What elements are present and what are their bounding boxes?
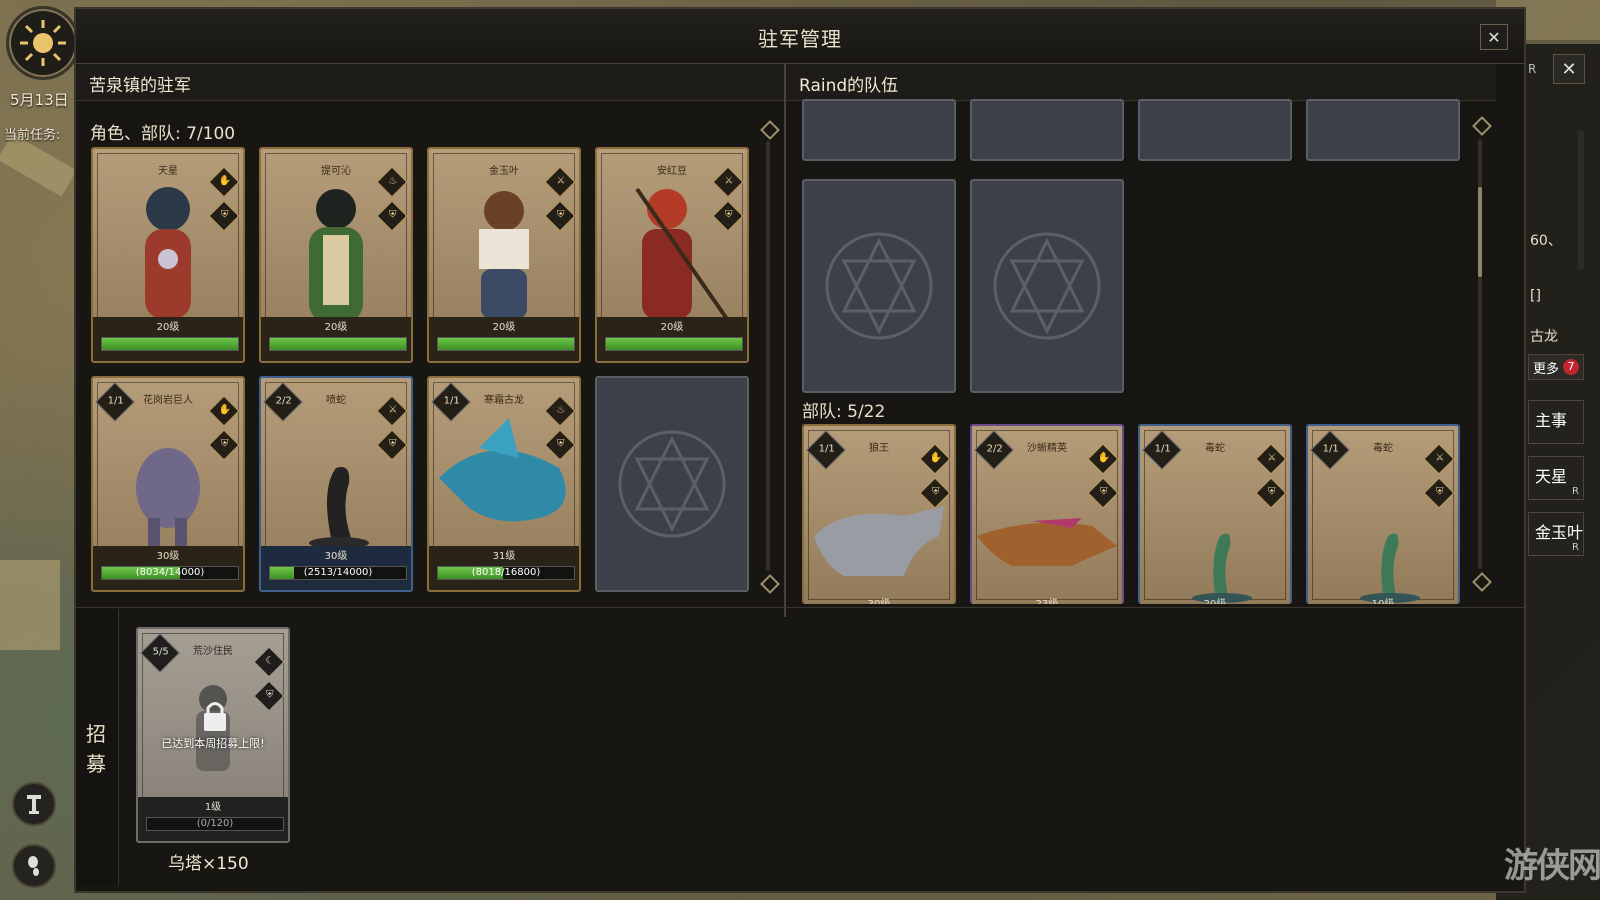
hp-bar xyxy=(101,337,239,351)
left-count-label: 角色、部队: 7/100 xyxy=(90,124,236,144)
watermark: 游侠网 xyxy=(1504,846,1600,886)
card-level: 20级 xyxy=(660,322,684,333)
empty-slot[interactable] xyxy=(1306,99,1460,161)
card-level: 30级 xyxy=(156,551,180,562)
right-panel-title: Raind的队伍 xyxy=(799,76,899,96)
side-tab-0[interactable]: 主事 xyxy=(1528,400,1584,444)
card-level: 20级 xyxy=(324,322,348,333)
empty-slot[interactable] xyxy=(970,99,1124,161)
hp-bar xyxy=(605,337,743,351)
left-panel-title: 苦泉镇的驻军 xyxy=(89,76,191,96)
troop-card[interactable]: 1/1 毒蛇 ⚔⛨ 20级 xyxy=(1138,424,1292,604)
left-scrollbar[interactable] xyxy=(766,141,770,571)
side-tab-name: 天星 xyxy=(1535,467,1568,486)
panel-divider xyxy=(784,64,786,617)
troop-card[interactable]: 1/1 毒蛇 ⚔⛨ 10级 xyxy=(1306,424,1460,604)
hero-card[interactable]: 金玉叶 ⚔ ⛨ 20级 xyxy=(427,147,581,363)
troop-card[interactable]: 1/1 寒霜古龙 ♨ ⛨ 31级 (8018/16800) xyxy=(427,376,581,592)
side-text-3: 古龙 xyxy=(1530,329,1558,345)
banner-icon[interactable] xyxy=(12,782,56,826)
side-panel-r-label: R xyxy=(1528,62,1537,76)
empty-slot[interactable] xyxy=(802,179,956,393)
empty-slot[interactable] xyxy=(802,99,956,161)
recruit-level: 1级 xyxy=(204,802,222,813)
more-badge: 7 xyxy=(1563,359,1580,375)
footprint-icon[interactable] xyxy=(12,844,56,888)
left-panel-header: 苦泉镇的驻军 xyxy=(76,64,784,101)
more-button[interactable]: 更多 7 xyxy=(1528,354,1584,380)
current-date: 5月13日 xyxy=(10,91,69,109)
recruit-lock-message: 已达到本周招募上限! xyxy=(161,737,265,750)
card-level: 30级 xyxy=(324,551,348,562)
side-panel-close-button[interactable]: ✕ xyxy=(1553,54,1585,84)
side-tab-sub: R xyxy=(1572,486,1579,497)
scroll-up-icon[interactable] xyxy=(1472,116,1492,136)
dialog-close-button[interactable]: ✕ xyxy=(1480,24,1508,50)
side-tab-1[interactable]: 天星 R xyxy=(1528,456,1584,500)
dialog-title: 驻军管理 xyxy=(758,27,842,51)
empty-slot[interactable] xyxy=(595,376,749,592)
card-level: 20级 xyxy=(156,322,180,333)
side-tab-name: 金玉叶 xyxy=(1535,523,1584,542)
troop-card[interactable]: 1/1 花岗岩巨人 ✋ ⛨ 30级 (8034/14000) xyxy=(91,376,245,592)
hero-card[interactable]: 提可沁 ♨ ⛨ 20级 xyxy=(259,147,413,363)
recruit-progress-bar: (0/120) xyxy=(146,817,284,831)
hp-bar: (8034/14000) xyxy=(101,566,239,580)
troop-card[interactable]: 2/2 沙蜥精英 ✋⛨ 23级 xyxy=(970,424,1124,604)
hp-bar xyxy=(437,337,575,351)
hp-bar xyxy=(269,337,407,351)
troops-count-label: 部队: 5/22 xyxy=(802,402,886,422)
recruit-label-column: 招募 xyxy=(76,609,119,885)
right-panel-header: Raind的队伍 xyxy=(786,64,1496,101)
troop-card[interactable]: 1/1 狼王 ✋⛨ 30级 xyxy=(802,424,956,604)
time-of-day-sun-icon[interactable] xyxy=(6,6,80,80)
hero-card[interactable]: 安红豆 ⚔ ⛨ 20级 xyxy=(595,147,749,363)
scroll-down-icon[interactable] xyxy=(1472,572,1492,592)
side-tab-sub: R xyxy=(1572,542,1579,553)
card-level: 23级 xyxy=(972,595,1122,604)
side-text-2: [] xyxy=(1530,288,1541,304)
side-panel-scrollbar[interactable] xyxy=(1578,130,1584,270)
hp-bar: (8018/16800) xyxy=(437,566,575,580)
more-label: 更多 xyxy=(1533,361,1560,377)
side-tab-2[interactable]: 金玉叶 R xyxy=(1528,512,1584,556)
side-tab-name: 主事 xyxy=(1535,411,1568,430)
garrison-dialog: 驻军管理 ✕ 苦泉镇的驻军 角色、部队: 7/100 天星 ✋ ⛨ 20级 提可沁… xyxy=(74,7,1526,893)
hp-bar: (2513/14000) xyxy=(269,566,407,580)
card-level: 31级 xyxy=(492,551,516,562)
empty-slot[interactable] xyxy=(1138,99,1292,161)
recruit-label: 招募 xyxy=(86,722,106,776)
recruit-price: 乌塔×150 xyxy=(168,854,249,874)
troop-card[interactable]: 2/2 喷蛇 ⚔ ⛨ 30级 (2513/14000) xyxy=(259,376,413,592)
card-level: 10级 xyxy=(1308,595,1458,604)
card-level: 20级 xyxy=(1140,595,1290,604)
empty-slot[interactable] xyxy=(970,179,1124,393)
current-task-label: 当前任务: xyxy=(4,128,61,143)
side-text-1: 60、 xyxy=(1530,233,1562,249)
right-scrollbar[interactable] xyxy=(1478,139,1482,569)
hero-card[interactable]: 天星 ✋ ⛨ 20级 xyxy=(91,147,245,363)
card-level: 30级 xyxy=(804,595,954,604)
recruit-card[interactable]: 5/5 荒沙住民 ☾ ⛨ 已达到本周招募上限! 1级 (0/120) xyxy=(136,627,290,843)
card-level: 20级 xyxy=(492,322,516,333)
scroll-up-icon[interactable] xyxy=(760,120,780,140)
dialog-titlebar: 驻军管理 ✕ xyxy=(76,9,1524,64)
scroll-down-icon[interactable] xyxy=(760,574,780,594)
